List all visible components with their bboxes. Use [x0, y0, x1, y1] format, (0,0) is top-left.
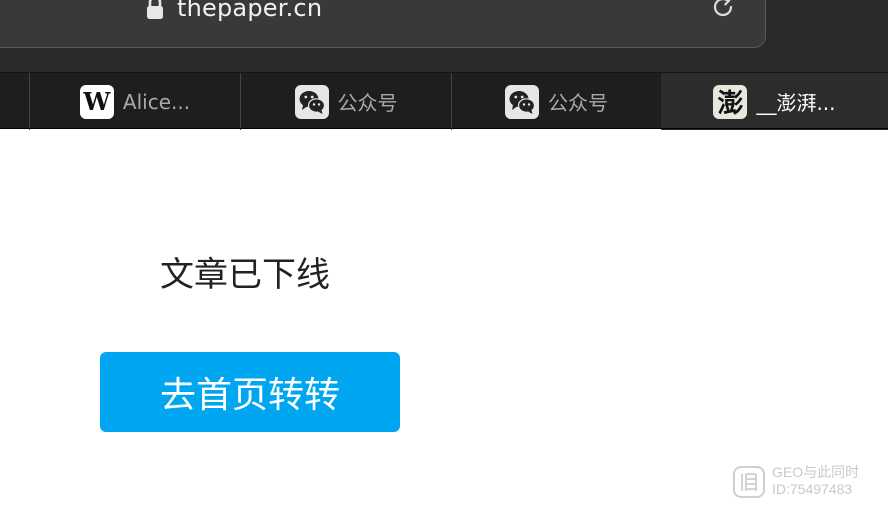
tab-wechat-1[interactable]: 公众号 [241, 73, 451, 130]
address-bar[interactable]: thepaper.cn [0, 0, 766, 48]
tab-label: 公众号 [337, 91, 398, 115]
watermark-account-name: GEO与此同时 [772, 464, 860, 480]
watermark-account-id: ID:75497483 [772, 481, 853, 497]
tab-thepaper[interactable]: 澎 __澎湃... [661, 73, 888, 130]
tab-label: 公众号 [548, 91, 608, 115]
tab-strip-border [0, 128, 888, 129]
wechat-icon [294, 84, 329, 119]
watermark-logo-icon [733, 466, 765, 498]
wikipedia-icon: W [79, 84, 114, 119]
url-text[interactable]: thepaper.cn [177, 0, 322, 24]
tab-label: Alice... [122, 89, 191, 114]
go-home-button[interactable]: 去首页转转 [100, 352, 400, 432]
lock-icon [147, 0, 163, 19]
wechat-icon [505, 84, 539, 119]
watermark: GEO与此同时 ID:75497483 [732, 463, 880, 501]
tab-label: __澎湃... [756, 91, 836, 115]
thepaper-icon: 澎 [713, 84, 748, 119]
tab-wechat-2[interactable]: 公众号 [452, 73, 661, 130]
browser-toolbar: thepaper.cn [0, 0, 888, 72]
article-offline-message: 文章已下线 [160, 255, 330, 295]
tab-strip: W Alice... 公众号 公众号 澎 __澎湃... [0, 72, 888, 130]
reload-icon[interactable] [709, 0, 737, 21]
tab-wikipedia[interactable]: W Alice... [30, 73, 240, 130]
